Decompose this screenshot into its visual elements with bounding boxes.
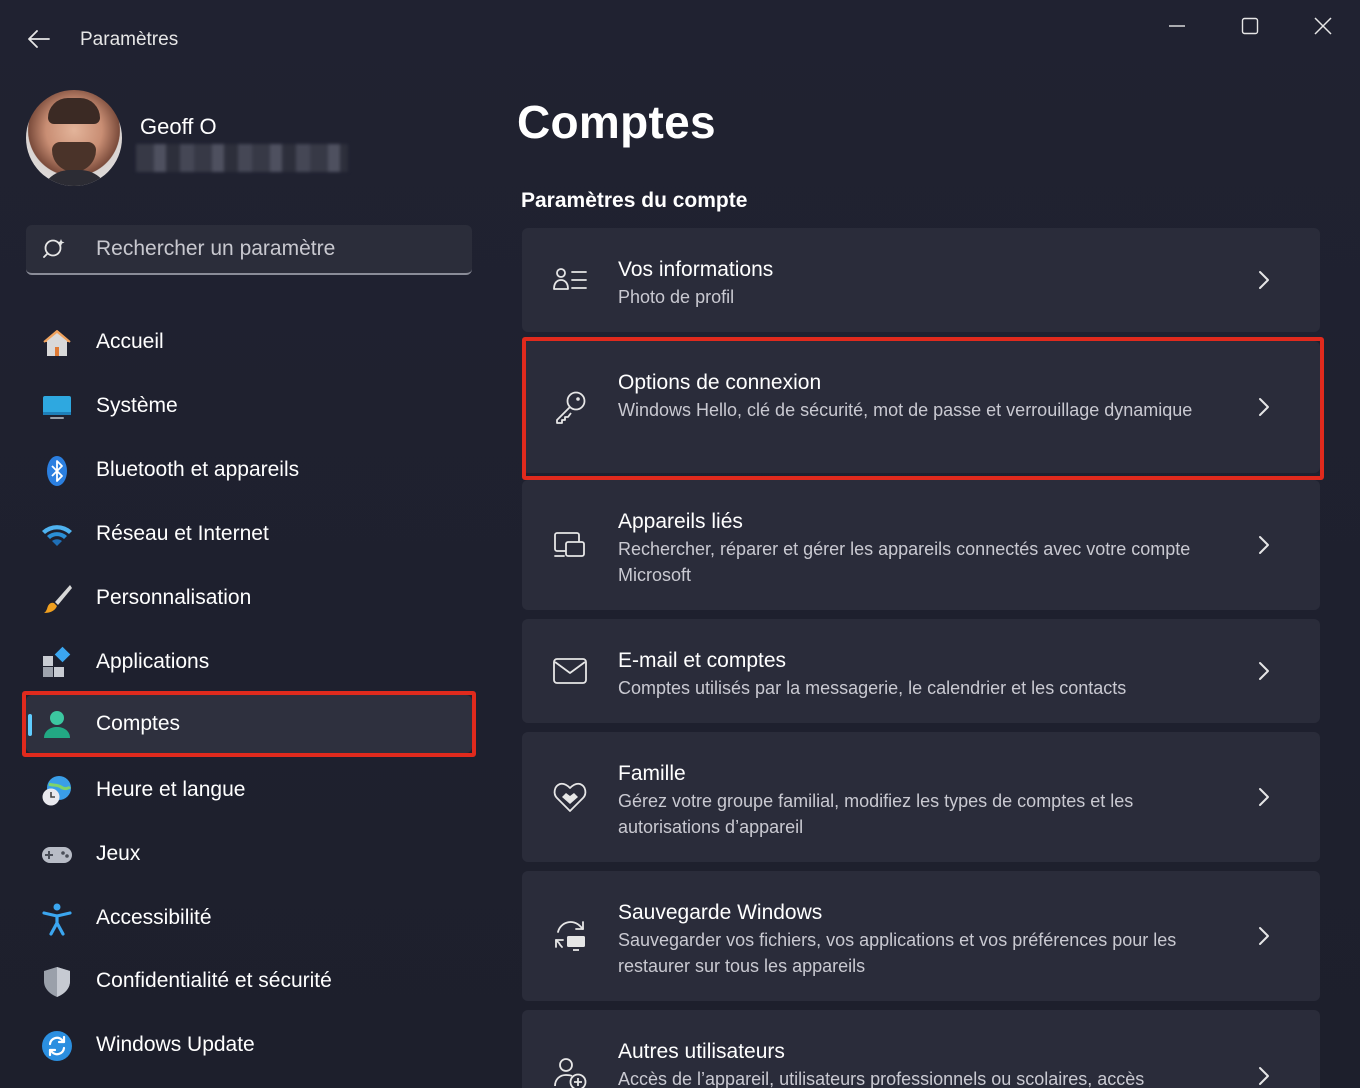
chevron-right-icon (1259, 662, 1269, 680)
annotation-highlight-options-connexion (522, 337, 1324, 480)
sidebar-item-label: Accessibilité (96, 906, 212, 929)
sidebar-item-applications[interactable]: Applications (26, 633, 472, 691)
sidebar-item-heure-langue[interactable]: Heure et langue (26, 761, 472, 819)
card-email-comptes[interactable]: E-mail et comptes Comptes utilisés par l… (522, 619, 1320, 723)
update-icon (42, 1031, 72, 1061)
sidebar-item-jeux[interactable]: Jeux (26, 825, 472, 883)
chevron-right-icon (1259, 271, 1269, 289)
backup-icon (555, 921, 585, 951)
page-title: Comptes (517, 96, 716, 148)
sidebar-item-label: Applications (96, 650, 210, 673)
chevron-right-icon (1259, 788, 1269, 806)
back-arrow-icon (28, 30, 50, 48)
card-title: Sauvegarde Windows (618, 901, 823, 924)
card-description: Photo de profil (618, 287, 735, 307)
card-description: Sauvegarder vos fichiers, vos applicatio… (618, 930, 1177, 976)
card-famille[interactable]: Famille Gérez votre groupe familial, mod… (522, 732, 1320, 862)
sidebar-item-reseau[interactable]: Réseau et Internet (26, 505, 472, 563)
card-title: E-mail et comptes (618, 649, 787, 672)
add-user-icon (554, 1058, 587, 1088)
sidebar-item-personnalisation[interactable]: Personnalisation (26, 569, 472, 627)
card-appareils-lies[interactable]: Appareils liés Rechercher, réparer et gé… (522, 480, 1320, 610)
card-title: Vos informations (618, 258, 774, 281)
sidebar-item-label: Confidentialité et sécurité (96, 969, 332, 992)
section-title: Paramètres du compte (521, 189, 748, 212)
title-bar: Paramètres (0, 0, 1360, 70)
bluetooth-icon (47, 456, 67, 486)
card-title: Autres utilisateurs (618, 1040, 785, 1063)
card-sauvegarde-windows[interactable]: Sauvegarde Windows Sauvegarder vos fichi… (522, 871, 1320, 1001)
sidebar-item-label: Réseau et Internet (96, 522, 269, 545)
search-box[interactable] (26, 225, 472, 275)
chevron-right-icon (1259, 1067, 1269, 1085)
sidebar-item-accessibilite[interactable]: Accessibilité (26, 889, 472, 947)
app-title: Paramètres (80, 29, 179, 50)
apps-icon (43, 646, 71, 677)
sidebar-item-systeme[interactable]: Système (26, 377, 472, 435)
globe-clock-icon (42, 776, 72, 806)
mail-icon (553, 658, 587, 684)
sidebar-item-label: Windows Update (96, 1033, 255, 1056)
gamepad-icon (42, 847, 72, 863)
minimize-icon (1169, 25, 1185, 27)
wifi-icon (42, 525, 72, 546)
avatar[interactable] (26, 90, 122, 186)
shield-icon (44, 967, 70, 997)
family-heart-icon (553, 782, 587, 812)
sidebar-item-bluetooth[interactable]: Bluetooth et appareils (26, 441, 472, 499)
home-icon (43, 330, 71, 356)
sidebar-item-label: Accueil (96, 330, 164, 353)
sidebar-item-confidentialite[interactable]: Confidentialité et sécurité (26, 952, 472, 1010)
system-icon (43, 396, 71, 419)
user-email-redacted (136, 144, 348, 172)
sidebar-item-label: Jeux (96, 842, 141, 865)
search-icon (43, 239, 65, 258)
sidebar-item-label: Bluetooth et appareils (96, 458, 300, 481)
linked-devices-icon (554, 532, 585, 557)
user-name: Geoff O (140, 114, 217, 139)
sidebar-item-label: Heure et langue (96, 778, 246, 801)
search-input[interactable] (96, 225, 456, 273)
sidebar-item-label: Système (96, 394, 178, 417)
card-description: Accès de l’appareil, utilisateurs profes… (618, 1069, 1145, 1088)
sidebar-item-label: Personnalisation (96, 586, 252, 609)
back-button[interactable] (22, 22, 56, 56)
brush-icon (44, 585, 72, 613)
maximize-button[interactable] (1225, 8, 1275, 44)
card-description: Comptes utilisés par la messagerie, le c… (618, 678, 1127, 698)
annotation-highlight-comptes (22, 691, 476, 757)
accessibility-icon (42, 903, 72, 936)
person-info-icon (553, 268, 587, 290)
minimize-button[interactable] (1152, 8, 1202, 44)
chevron-right-icon (1259, 536, 1269, 554)
card-vos-informations[interactable]: Vos informations Photo de profil (522, 228, 1320, 332)
close-icon (1314, 17, 1332, 35)
maximize-icon (1241, 17, 1259, 35)
card-title: Appareils liés (618, 510, 743, 533)
card-description: Gérez votre groupe familial, modifiez le… (618, 791, 1134, 837)
sidebar-item-accueil[interactable]: Accueil (26, 313, 472, 371)
sidebar-item-windows-update[interactable]: Windows Update (26, 1016, 472, 1074)
chevron-right-icon (1259, 927, 1269, 945)
close-button[interactable] (1298, 8, 1348, 44)
card-title: Famille (618, 762, 686, 785)
card-description: Rechercher, réparer et gérer les apparei… (618, 539, 1191, 585)
card-autres-utilisateurs[interactable]: Autres utilisateurs Accès de l’appareil,… (522, 1010, 1320, 1088)
settings-window: Paramètres Geoff O Ac (0, 0, 1360, 1088)
